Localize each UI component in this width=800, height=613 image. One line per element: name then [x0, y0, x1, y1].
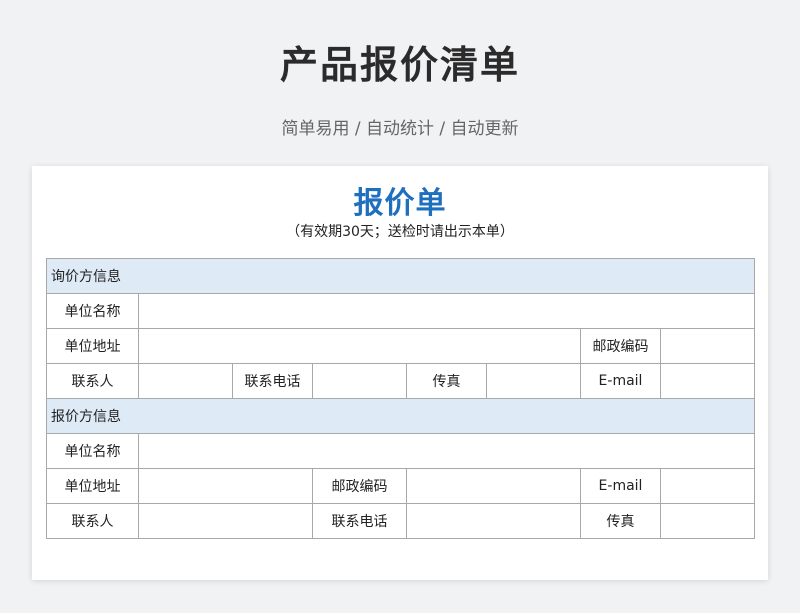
inquirer-section-row: 询价方信息 [46, 258, 755, 294]
page-subtitle: 简单易用 / 自动统计 / 自动更新 [281, 119, 519, 139]
inquirer-address-label: 单位地址 [46, 328, 139, 364]
quoter-company-label: 单位名称 [46, 433, 139, 469]
quoter-postcode-field[interactable] [406, 468, 581, 504]
quoter-contact-row: 联系人 联系电话 传真 [46, 503, 755, 539]
quoter-postcode-label: 邮政编码 [312, 468, 407, 504]
quoter-section-header: 报价方信息 [46, 398, 755, 434]
quoter-fax-label: 传真 [580, 503, 661, 539]
inquirer-email-label: E-mail [580, 363, 661, 399]
validity-note: （有效期30天；送检时请出示本单） [286, 224, 514, 240]
inquirer-address-row: 单位地址 邮政编码 [46, 328, 755, 364]
quoter-company-row: 单位名称 [46, 433, 755, 469]
inquirer-contact-row: 联系人 联系电话 传真 E-mail [46, 363, 755, 399]
quoter-fax-field[interactable] [660, 503, 755, 539]
inquirer-contact-label: 联系人 [46, 363, 139, 399]
quoter-contact-field[interactable] [138, 503, 313, 539]
inquirer-section-header: 询价方信息 [46, 258, 755, 294]
quoter-section-row: 报价方信息 [46, 398, 755, 434]
quote-sheet: 报价单 （有效期30天；送检时请出示本单） 询价方信息 单位名称 单位地址 邮政… [32, 166, 768, 580]
inquirer-phone-label: 联系电话 [232, 363, 313, 399]
inquirer-email-field[interactable] [660, 363, 755, 399]
inquirer-contact-field[interactable] [138, 363, 233, 399]
quoter-contact-label: 联系人 [46, 503, 139, 539]
inquirer-company-row: 单位名称 [46, 293, 755, 329]
inquirer-company-field[interactable] [138, 293, 755, 329]
document-title: 报价单 [353, 186, 447, 221]
quoter-company-field[interactable] [138, 433, 755, 469]
inquirer-company-label: 单位名称 [46, 293, 139, 329]
page-title: 产品报价清单 [279, 43, 520, 87]
inquirer-phone-field[interactable] [312, 363, 407, 399]
inquirer-postcode-label: 邮政编码 [580, 328, 661, 364]
quoter-email-label: E-mail [580, 468, 661, 504]
quoter-phone-field[interactable] [406, 503, 581, 539]
quoter-email-field[interactable] [660, 468, 755, 504]
quoter-phone-label: 联系电话 [312, 503, 407, 539]
inquirer-address-field[interactable] [138, 328, 581, 364]
quoter-address-field[interactable] [138, 468, 313, 504]
quoter-address-label: 单位地址 [46, 468, 139, 504]
quoter-address-row: 单位地址 邮政编码 E-mail [46, 468, 755, 504]
inquirer-fax-label: 传真 [406, 363, 487, 399]
quote-form-table: 询价方信息 单位名称 单位地址 邮政编码 联系人 联系电话 传真 E-mail … [46, 258, 755, 539]
inquirer-fax-field[interactable] [486, 363, 581, 399]
inquirer-postcode-field[interactable] [660, 328, 755, 364]
